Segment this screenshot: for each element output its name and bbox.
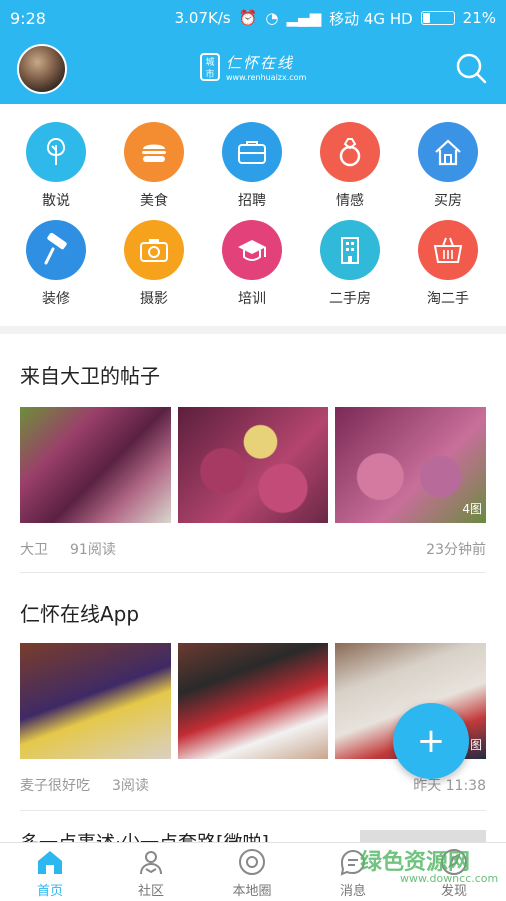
app-logo: 城市 仁怀在线 www.renhuaizx.com (200, 52, 306, 82)
category-item[interactable]: 培训 (202, 202, 302, 307)
post-time: 23分钟前 (426, 542, 486, 558)
status-bar: 9:28 3.07K/s ⏰ ◔ ▂▄▆ 移动 4G HD 21% (0, 0, 506, 36)
tab-label: 本地圈 (232, 884, 272, 899)
tab-label: 消息 (339, 884, 366, 899)
network-speed: 3.07K/s (174, 9, 231, 27)
status-time: 9:28 (10, 8, 46, 28)
post-reads: 91阅读 (70, 542, 116, 558)
battery-icon (420, 11, 455, 25)
logo-url: www.renhuaizx.com (226, 73, 307, 82)
tab-community[interactable]: 社区 (101, 843, 201, 901)
post-image[interactable] (20, 407, 171, 523)
logo-text: 仁怀在线 (226, 54, 295, 72)
image-count-badge: 图 (470, 738, 483, 752)
category-label: 二手房 (329, 291, 371, 307)
post-image[interactable] (177, 407, 329, 523)
roller-icon (26, 220, 86, 280)
post-image-partial[interactable] (360, 830, 486, 842)
section-divider (0, 326, 506, 334)
post-separator (20, 572, 486, 573)
category-item[interactable]: 二手房 (300, 202, 400, 307)
post-title[interactable]: 仁怀在线App (20, 598, 486, 627)
burger-icon (124, 122, 184, 182)
category-label: 淘二手 (427, 291, 469, 307)
post-author[interactable]: 麦子很好吃 (20, 775, 90, 795)
image-count-badge: 4图 (462, 502, 483, 516)
tab-label: 社区 (137, 884, 164, 899)
category-item[interactable]: 摄影 (104, 202, 204, 307)
category-label: 摄影 (140, 291, 168, 307)
post-title-partial[interactable]: 多一点事述·少一点套路[微啪] (20, 828, 269, 842)
logo-badge: 城市 (200, 53, 220, 81)
category-item[interactable]: 美食 (104, 104, 204, 209)
category-label: 培训 (238, 291, 266, 307)
watermark-url: www.downcc.com (400, 872, 499, 885)
tab-home[interactable]: 首页 (0, 843, 100, 901)
post-author[interactable]: 大卫 (20, 539, 48, 559)
category-item[interactable]: 淘二手 (398, 202, 498, 307)
post-separator (20, 810, 486, 811)
post-image[interactable] (20, 643, 171, 759)
community-icon (140, 851, 162, 875)
app-header: 城市 仁怀在线 www.renhuaizx.com (0, 36, 506, 104)
tab-local-circle[interactable]: 本地圈 (202, 843, 302, 901)
battery-percent: 21% (462, 9, 496, 27)
post-title[interactable]: 来自大卫的帖子 (20, 360, 486, 389)
basket-icon (418, 220, 478, 280)
avatar[interactable] (17, 44, 67, 94)
add-post-button[interactable]: + (393, 703, 469, 779)
category-item[interactable]: 散说 (6, 104, 106, 209)
camera-icon (124, 220, 184, 280)
category-item[interactable]: 招聘 (202, 104, 302, 209)
tree-icon (26, 122, 86, 182)
search-icon[interactable] (455, 52, 487, 84)
local-circle-icon (239, 849, 265, 875)
category-item[interactable]: 情感 (300, 104, 400, 209)
category-grid: 散说 美食 招聘 情感 买房装修 摄影 培训 二手房 淘二手 (0, 104, 506, 326)
post-image[interactable] (177, 643, 329, 759)
tab-label: 首页 (36, 884, 63, 899)
alarm-icon: ⏰ (238, 9, 258, 27)
building-icon (320, 220, 380, 280)
post-image[interactable]: 4图 (335, 407, 487, 523)
briefcase-icon (222, 122, 282, 182)
category-item[interactable]: 买房 (398, 104, 498, 209)
wifi-icon: ◔ (265, 9, 279, 27)
home-icon (38, 851, 62, 874)
house-icon (418, 122, 478, 182)
ring-icon (320, 122, 380, 182)
carrier-label: 移动 4G HD (329, 9, 413, 28)
category-item[interactable]: 装修 (6, 202, 106, 307)
post-reads: 3阅读 (112, 778, 149, 794)
category-label: 装修 (42, 291, 70, 307)
post-card[interactable]: 来自大卫的帖子 4图 大卫 91阅读 23分钟前 (20, 360, 487, 559)
signal-icon: ▂▄▆ (286, 9, 322, 27)
graduation-cap-icon (222, 220, 282, 280)
